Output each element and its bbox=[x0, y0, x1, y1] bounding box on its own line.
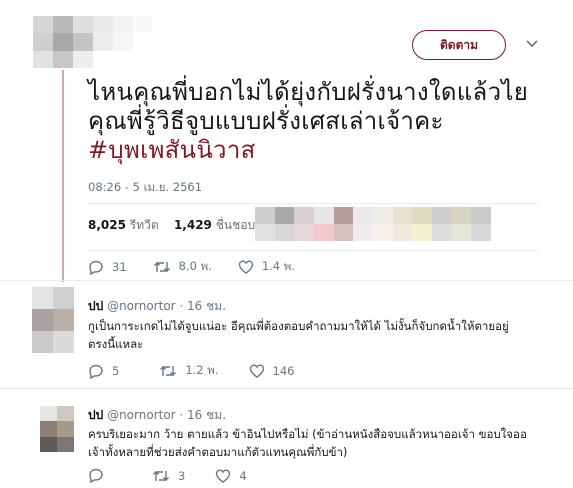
retweet-icon bbox=[153, 262, 170, 272]
like-button[interactable]: 4 bbox=[215, 468, 247, 483]
reply-button[interactable] bbox=[88, 468, 112, 483]
reply-header: ปป @nornortor · 16 ชม. bbox=[88, 297, 226, 316]
liker-avatars[interactable] bbox=[255, 207, 491, 241]
tweet-actions: 31 8.0 พ. 1.4 พ. bbox=[88, 258, 321, 276]
tweet-text: ไหนคุณพี่บอกไม่ได้ยุ่งกับฝรั่งนางใดแล้วไ… bbox=[88, 78, 558, 165]
chevron-down-icon[interactable] bbox=[523, 36, 541, 54]
reply-author-name[interactable]: ปป bbox=[88, 408, 103, 422]
retweet-icon bbox=[160, 366, 177, 376]
retweet-icon bbox=[153, 470, 169, 481]
divider bbox=[0, 388, 573, 389]
reply-text-line: ตรงนี้แหละ bbox=[88, 337, 144, 351]
divider bbox=[0, 280, 573, 281]
hashtag-link[interactable]: #บุพเพสันนิวาส bbox=[88, 136, 558, 165]
reply-icon bbox=[89, 468, 103, 483]
reply-time[interactable]: · 16 ชม. bbox=[179, 408, 226, 422]
author-avatar[interactable] bbox=[33, 16, 153, 68]
follow-button[interactable]: ติดตาม bbox=[412, 30, 506, 60]
heart-icon bbox=[216, 468, 231, 483]
retweet-button[interactable]: 8.0 พ. bbox=[153, 258, 212, 276]
reply-time[interactable]: · 16 ชม. bbox=[179, 299, 226, 313]
tweet-timestamp[interactable]: 08:26 - 5 เม.ย. 2561 bbox=[88, 179, 202, 197]
like-stat[interactable]: 1,429 ชื่นชอบ bbox=[174, 218, 255, 232]
thread-line bbox=[62, 70, 64, 282]
reply-text-line: กูเป็นการะเกดไม่ได้จูบแน่อะ อีคุณพี่ต้อง… bbox=[88, 319, 509, 333]
like-button[interactable]: 1.4 พ. bbox=[238, 258, 295, 276]
reply-header: ปป @nornortor · 16 ชม. bbox=[88, 406, 226, 425]
reply-actions: 3 4 bbox=[88, 468, 273, 483]
tweet-text-line: ไหนคุณพี่บอกไม่ได้ยุ่งกับฝรั่งนางใดแล้วไ… bbox=[88, 78, 529, 106]
heart-icon bbox=[238, 260, 254, 274]
reply-text: ครบริเยอะมาก ว้าย ตายแล้ว ข้าอินไปหรือไม… bbox=[88, 425, 563, 461]
reply-actions: 5 1.2 พ. 146 bbox=[88, 362, 320, 380]
retweet-button[interactable]: 1.2 พ. bbox=[159, 362, 219, 380]
reply-avatar[interactable] bbox=[32, 287, 74, 353]
divider bbox=[88, 203, 538, 204]
reply-handle[interactable]: @nornortor bbox=[107, 299, 176, 313]
heart-icon bbox=[249, 364, 264, 378]
reply-button[interactable]: 5 bbox=[88, 364, 119, 379]
reply-icon bbox=[89, 260, 103, 275]
reply-text-line: ครบริเยอะมาก ว้าย ตายแล้ว ข้าอินไปหรือไม… bbox=[88, 427, 527, 441]
reply-author-name[interactable]: ปป bbox=[88, 299, 103, 313]
reply-handle[interactable]: @nornortor bbox=[107, 408, 176, 422]
reply-text-line: เจ้าทั้งหลายที่ช่วยส่งคำตอบมาแก้ตัวแทนคุ… bbox=[88, 445, 348, 459]
reply-avatar[interactable] bbox=[40, 406, 74, 452]
reply-button[interactable]: 31 bbox=[88, 260, 127, 275]
retweet-stat[interactable]: 8,025 รีทวีต bbox=[88, 218, 159, 232]
tweet-stats: 8,025 รีทวีต 1,429 ชื่นชอบ bbox=[88, 216, 255, 235]
tweet-text-line: คุณพี่รู้วิธีจูบแบบฝรั่งเศสเล่าเจ้าคะ bbox=[88, 107, 444, 135]
like-button[interactable]: 146 bbox=[249, 364, 294, 378]
reply-icon bbox=[89, 364, 103, 379]
retweet-button[interactable]: 3 bbox=[152, 469, 185, 483]
reply-text: กูเป็นการะเกดไม่ได้จูบแน่อะ อีคุณพี่ต้อง… bbox=[88, 317, 558, 353]
divider bbox=[88, 250, 538, 251]
